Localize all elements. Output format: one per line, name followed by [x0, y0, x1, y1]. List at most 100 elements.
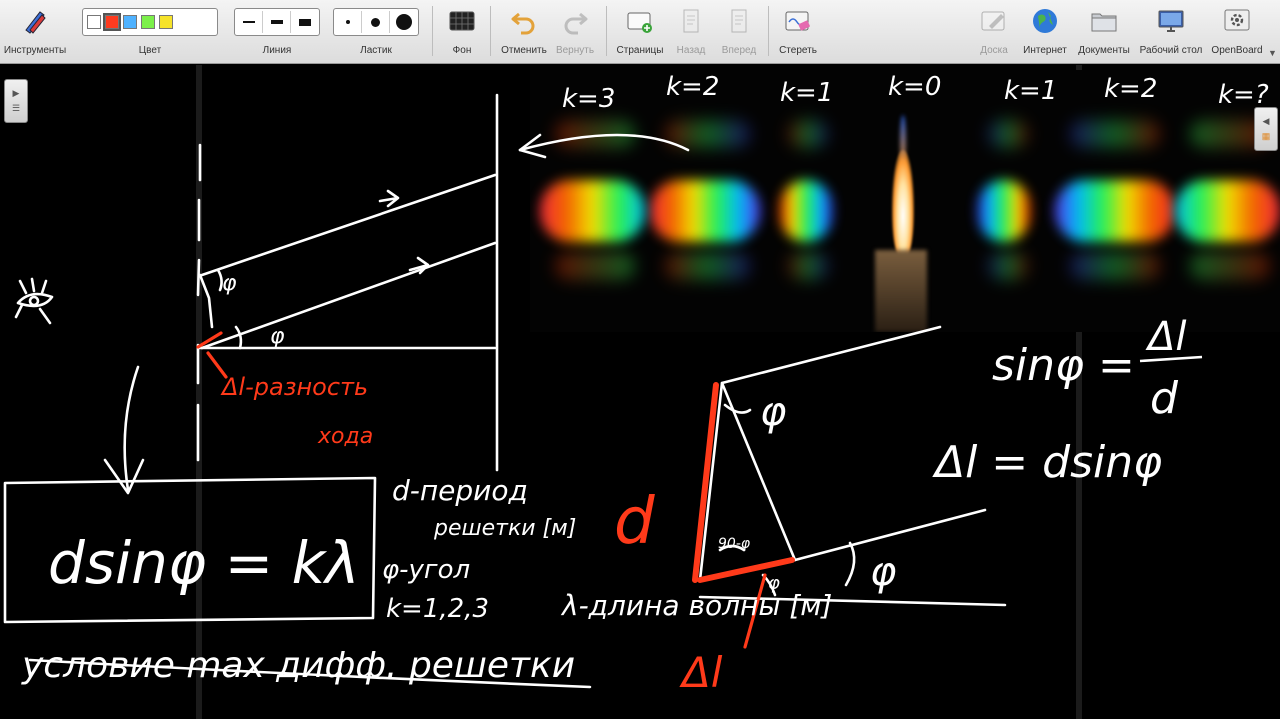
perpendicular [198, 273, 214, 329]
background-button[interactable]: Фон [440, 0, 484, 64]
path-difference-label: Δl-разность [220, 373, 368, 401]
line-medium[interactable] [263, 11, 291, 33]
back-page-button[interactable]: Назад [670, 0, 712, 64]
color-blue[interactable] [123, 15, 137, 29]
erase-label: Стереть [779, 45, 817, 56]
down-arrow [123, 365, 140, 492]
eraser-medium[interactable] [362, 11, 390, 33]
line-thin[interactable] [235, 11, 263, 33]
grip-icon: ☰ [11, 103, 21, 113]
color-red[interactable] [103, 13, 121, 31]
line-label: Линия [262, 45, 292, 56]
angle-arc [723, 403, 752, 414]
left-panel-toggle[interactable]: ▶ ☰ [4, 79, 28, 123]
page-back-icon [683, 9, 699, 33]
color-picker[interactable]: Цвет [80, 0, 220, 64]
separator [606, 6, 607, 56]
order-label: k=? [1218, 80, 1269, 110]
sin-formula-left: sinφ = [992, 340, 1135, 391]
undo-arrow-icon [511, 12, 535, 35]
color-swatches [82, 8, 218, 36]
angle-90-minus-phi: 90-φ [718, 536, 751, 552]
openboard-menu-button[interactable]: OpenBoard [1208, 0, 1266, 64]
arrow-right-icon: ▶ [12, 88, 20, 98]
angle-arc [234, 325, 243, 350]
eraser-small[interactable] [334, 11, 362, 33]
angle-arc [844, 541, 856, 587]
tools-label: Инструменты [3, 45, 67, 56]
arrow-left-icon: ◀ [1262, 116, 1270, 126]
main-toolbar: Инструменты Цвет Линия Ластик Фон Отмени… [0, 0, 1280, 64]
sin-formula-numerator: Δl [1145, 314, 1186, 360]
board-label: Доска [980, 45, 1008, 56]
redo-label: Вернуть [555, 45, 595, 56]
globe-icon [1033, 9, 1057, 33]
folder-icon [1091, 13, 1117, 32]
whiteboard-canvas[interactable]: k=3 k=2 k=1 k=0 k=1 k=2 k=? φ φ dsinφ = … [0, 65, 1280, 719]
tools-button[interactable]: Инструменты [0, 0, 70, 64]
delta-l-red-label: Δl [679, 648, 723, 697]
eye-pupil [28, 295, 40, 307]
documents-label: Документы [1078, 45, 1130, 56]
line-widths [234, 8, 320, 36]
documents-button[interactable]: Документы [1074, 0, 1134, 64]
order-label: k=1 [780, 78, 833, 108]
internet-label: Интернет [1023, 45, 1067, 56]
phi-symbol: φ [768, 573, 780, 594]
grating-line [196, 143, 202, 462]
d-red-label: d [614, 485, 655, 559]
color-green[interactable] [141, 15, 155, 29]
color-white[interactable] [87, 15, 101, 29]
phi-symbol: φ [270, 324, 285, 349]
erase-board-button[interactable]: Стереть [772, 0, 824, 64]
line-picker[interactable]: Линия [234, 0, 320, 64]
ink-layer: k=3 k=2 k=1 k=0 k=1 k=2 k=? φ φ dsinφ = … [3, 72, 1269, 697]
openboard-label: OpenBoard [1211, 45, 1263, 56]
internet-button[interactable]: Интернет [1018, 0, 1072, 64]
triangle-top-line [720, 325, 942, 385]
background-grid-icon [449, 11, 475, 31]
order-label: k=3 [562, 84, 615, 114]
add-page-icon [627, 12, 652, 33]
phi-symbol: φ [870, 549, 896, 595]
erase-board-icon [785, 11, 810, 31]
toolbar-scroll-down-icon[interactable]: ▼ [1268, 48, 1278, 60]
triangle-side-d [692, 382, 719, 583]
line-thick[interactable] [291, 11, 319, 33]
desktop-button[interactable]: Рабочий стол [1136, 0, 1206, 64]
order-label: k=1 [1004, 76, 1057, 106]
redo-button[interactable]: Вернуть [552, 0, 598, 64]
background-label: Фон [452, 45, 472, 56]
color-yellow[interactable] [159, 15, 173, 29]
delta-formula: Δl = dsinφ [932, 437, 1162, 488]
phi-symbol: φ [222, 271, 237, 296]
phi-symbol: φ [760, 389, 786, 435]
eraser-large[interactable] [390, 11, 418, 33]
pen-tools-icon [25, 11, 46, 34]
right-panel-toggle[interactable]: ◀ ▦ [1254, 107, 1278, 151]
main-formula: dsinφ = kλ [48, 529, 360, 597]
pages-button[interactable]: Страницы [612, 0, 668, 64]
path-difference-label-cont: хода [317, 424, 373, 449]
phi-definition: φ-угол [382, 555, 470, 585]
order-label: k=2 [1104, 74, 1157, 104]
color-label: Цвет [138, 45, 162, 56]
k-definition: k=1,2,3 [386, 594, 489, 624]
separator [432, 6, 433, 56]
monitor-icon [1158, 10, 1184, 32]
board-button[interactable]: Доска [972, 0, 1016, 64]
eraser-picker[interactable]: Ластик [332, 0, 420, 64]
desktop-label: Рабочий стол [1139, 45, 1203, 56]
library-icon: ▦ [1261, 131, 1271, 141]
order-label: k=2 [666, 72, 719, 102]
undo-button[interactable]: Отменить [498, 0, 550, 64]
ray-arrow [378, 189, 400, 208]
back-label: Назад [676, 45, 706, 56]
lambda-definition: λ-длина волны [м] [560, 589, 832, 622]
pages-label: Страницы [616, 45, 664, 56]
eraser-sizes [333, 8, 419, 36]
forward-page-button[interactable]: Вперед [716, 0, 762, 64]
sin-formula-denominator: d [1150, 373, 1179, 424]
d-definition: d-период [392, 474, 528, 507]
eye-sketch [14, 277, 54, 325]
